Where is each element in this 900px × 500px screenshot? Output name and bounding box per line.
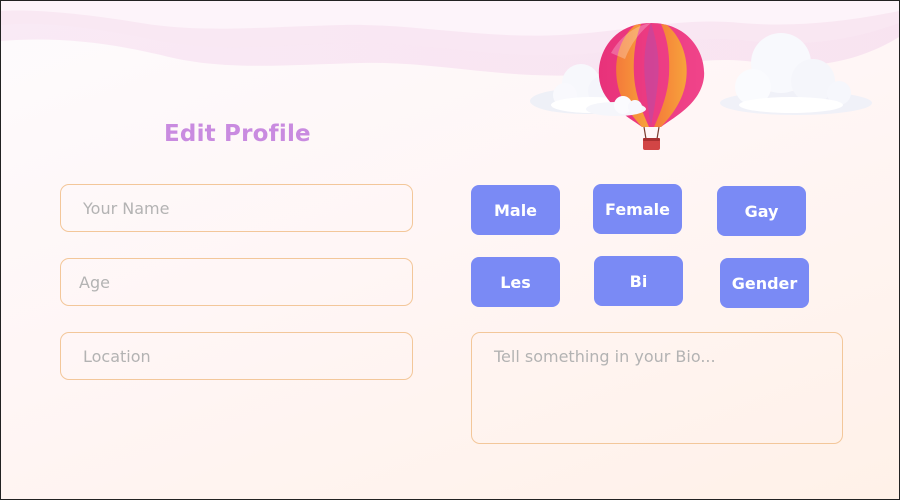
gender-option-gay-button[interactable]: Gay <box>717 186 806 236</box>
gender-option-bi-button[interactable]: Bi <box>594 256 683 306</box>
gender-option-les-button[interactable]: Les <box>471 257 560 307</box>
name-input[interactable] <box>60 184 413 232</box>
location-input[interactable] <box>60 332 413 380</box>
bio-textarea[interactable] <box>471 332 843 444</box>
age-input[interactable] <box>60 258 413 306</box>
edit-profile-screen: Edit Profile Male Female Gay Les Bi Gend… <box>0 0 900 500</box>
page-title: Edit Profile <box>164 121 311 147</box>
gender-option-female-button[interactable]: Female <box>593 184 682 234</box>
gender-option-male-button[interactable]: Male <box>471 185 560 235</box>
hot-air-balloon-icon <box>598 23 705 150</box>
gender-option-gender-button[interactable]: Gender <box>720 258 809 308</box>
